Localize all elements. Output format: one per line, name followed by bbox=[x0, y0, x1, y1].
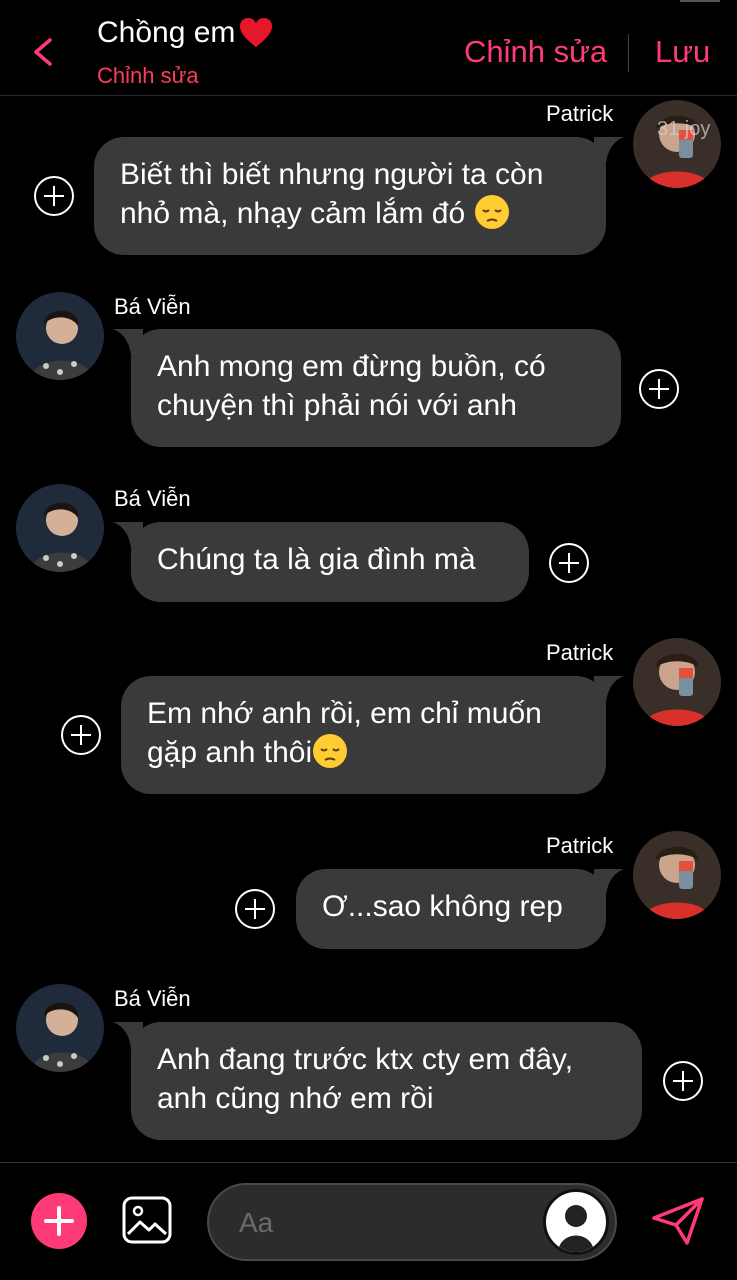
message-bubble[interactable]: Anh mong em đừng buồn, có chuyện thì phả… bbox=[113, 329, 621, 447]
sender-name: Patrick bbox=[546, 833, 614, 858]
plus-circle-icon[interactable] bbox=[638, 368, 680, 410]
patrick-avatar[interactable]: 31 joy bbox=[633, 100, 721, 188]
avatar-image bbox=[633, 831, 721, 919]
sender-name: Bá Viễn bbox=[114, 986, 191, 1011]
plus-circle-icon[interactable] bbox=[548, 542, 590, 584]
pensive-face-icon bbox=[313, 734, 348, 769]
message-line: Chúng ta là gia đình mà bbox=[157, 543, 476, 576]
sender-name: Bá Viễn bbox=[114, 294, 191, 319]
patrick-avatar[interactable] bbox=[633, 831, 721, 919]
bubble-tail bbox=[594, 869, 624, 895]
message-line: Anh mong em đừng buồn, có bbox=[157, 350, 546, 383]
save-button[interactable]: Lưu bbox=[655, 34, 710, 70]
patrick-avatar[interactable] bbox=[633, 638, 721, 726]
plus-circle-icon[interactable] bbox=[234, 888, 276, 930]
message-line: Em nhớ anh rồi, em chỉ muốn bbox=[147, 697, 542, 730]
message-input-placeholder: Aa bbox=[239, 1207, 274, 1238]
bubble-tail bbox=[594, 137, 624, 163]
header-divider bbox=[628, 34, 629, 72]
bubble-tail bbox=[113, 1022, 143, 1048]
message-bubble[interactable]: Ơ...sao không rep bbox=[296, 869, 624, 949]
send-icon[interactable] bbox=[651, 1196, 705, 1246]
message-line: Anh đang trước ktx cty em đây, bbox=[157, 1043, 574, 1076]
message-bubble[interactable]: Biết thì biết nhưng người ta còn nhỏ mà,… bbox=[94, 137, 624, 255]
sender-name: Bá Viễn bbox=[114, 486, 191, 511]
message-line-with-emoji: gặp anh thôi bbox=[147, 733, 580, 772]
heart-icon bbox=[240, 18, 273, 47]
composer-bar: Aa bbox=[0, 1162, 737, 1280]
bubble-tail bbox=[594, 676, 624, 702]
back-chevron-icon[interactable] bbox=[30, 36, 56, 68]
message-bubble[interactable]: Anh đang trước ktx cty em đây, anh cũng … bbox=[113, 1022, 642, 1140]
avatar-image bbox=[16, 484, 104, 572]
add-button[interactable] bbox=[31, 1193, 87, 1249]
message-bubble[interactable]: Chúng ta là gia đình mà bbox=[113, 522, 529, 602]
message-line: Biết thì biết nhưng người ta còn bbox=[120, 158, 544, 191]
chat-title-text: Chồng em bbox=[97, 16, 236, 49]
message-line: chuyện thì phải nói với anh bbox=[157, 389, 517, 422]
message-line-with-emoji: nhỏ mà, nhạy cảm lắm đó bbox=[120, 194, 580, 233]
bubble-tail bbox=[113, 522, 143, 548]
edit-button[interactable]: Chỉnh sửa bbox=[464, 34, 607, 70]
message-input[interactable]: Aa bbox=[207, 1183, 617, 1261]
message-bubble[interactable]: Em nhớ anh rồi, em chỉ muốn gặp anh thôi bbox=[121, 676, 624, 794]
sender-name: Patrick bbox=[546, 101, 614, 126]
bubble-tail bbox=[113, 329, 143, 355]
add-icon bbox=[44, 1206, 74, 1236]
ba-vien-avatar[interactable] bbox=[16, 984, 104, 1072]
sender-switch-button[interactable] bbox=[543, 1189, 609, 1255]
avatar-image bbox=[633, 638, 721, 726]
chat-title[interactable]: Chồng em bbox=[97, 16, 273, 50]
sender-name: Patrick bbox=[546, 640, 614, 665]
avatar-image bbox=[633, 100, 721, 188]
image-icon[interactable] bbox=[122, 1196, 172, 1244]
avatar-badge: 31 joy bbox=[657, 118, 711, 140]
pensive-face-icon bbox=[474, 195, 509, 230]
avatar-image bbox=[16, 292, 104, 380]
ba-vien-avatar[interactable] bbox=[16, 292, 104, 380]
avatar-image bbox=[16, 984, 104, 1072]
plus-circle-icon[interactable] bbox=[33, 175, 75, 217]
message-line: nhỏ mà, nhạy cảm lắm đó bbox=[120, 197, 466, 230]
message-line: gặp anh thôi bbox=[147, 736, 313, 769]
plus-circle-icon[interactable] bbox=[60, 714, 102, 756]
message-line: Ơ...sao không rep bbox=[322, 890, 563, 923]
chat-header: Chồng em Chỉnh sửa Chỉnh sửa Lưu bbox=[0, 0, 737, 96]
person-icon bbox=[558, 1205, 594, 1252]
plus-circle-icon[interactable] bbox=[662, 1060, 704, 1102]
ba-vien-avatar[interactable] bbox=[16, 484, 104, 572]
message-line: anh cũng nhớ em rồi bbox=[157, 1082, 434, 1115]
chat-subtitle[interactable]: Chỉnh sửa bbox=[97, 63, 199, 89]
corner-mark bbox=[680, 0, 720, 2]
